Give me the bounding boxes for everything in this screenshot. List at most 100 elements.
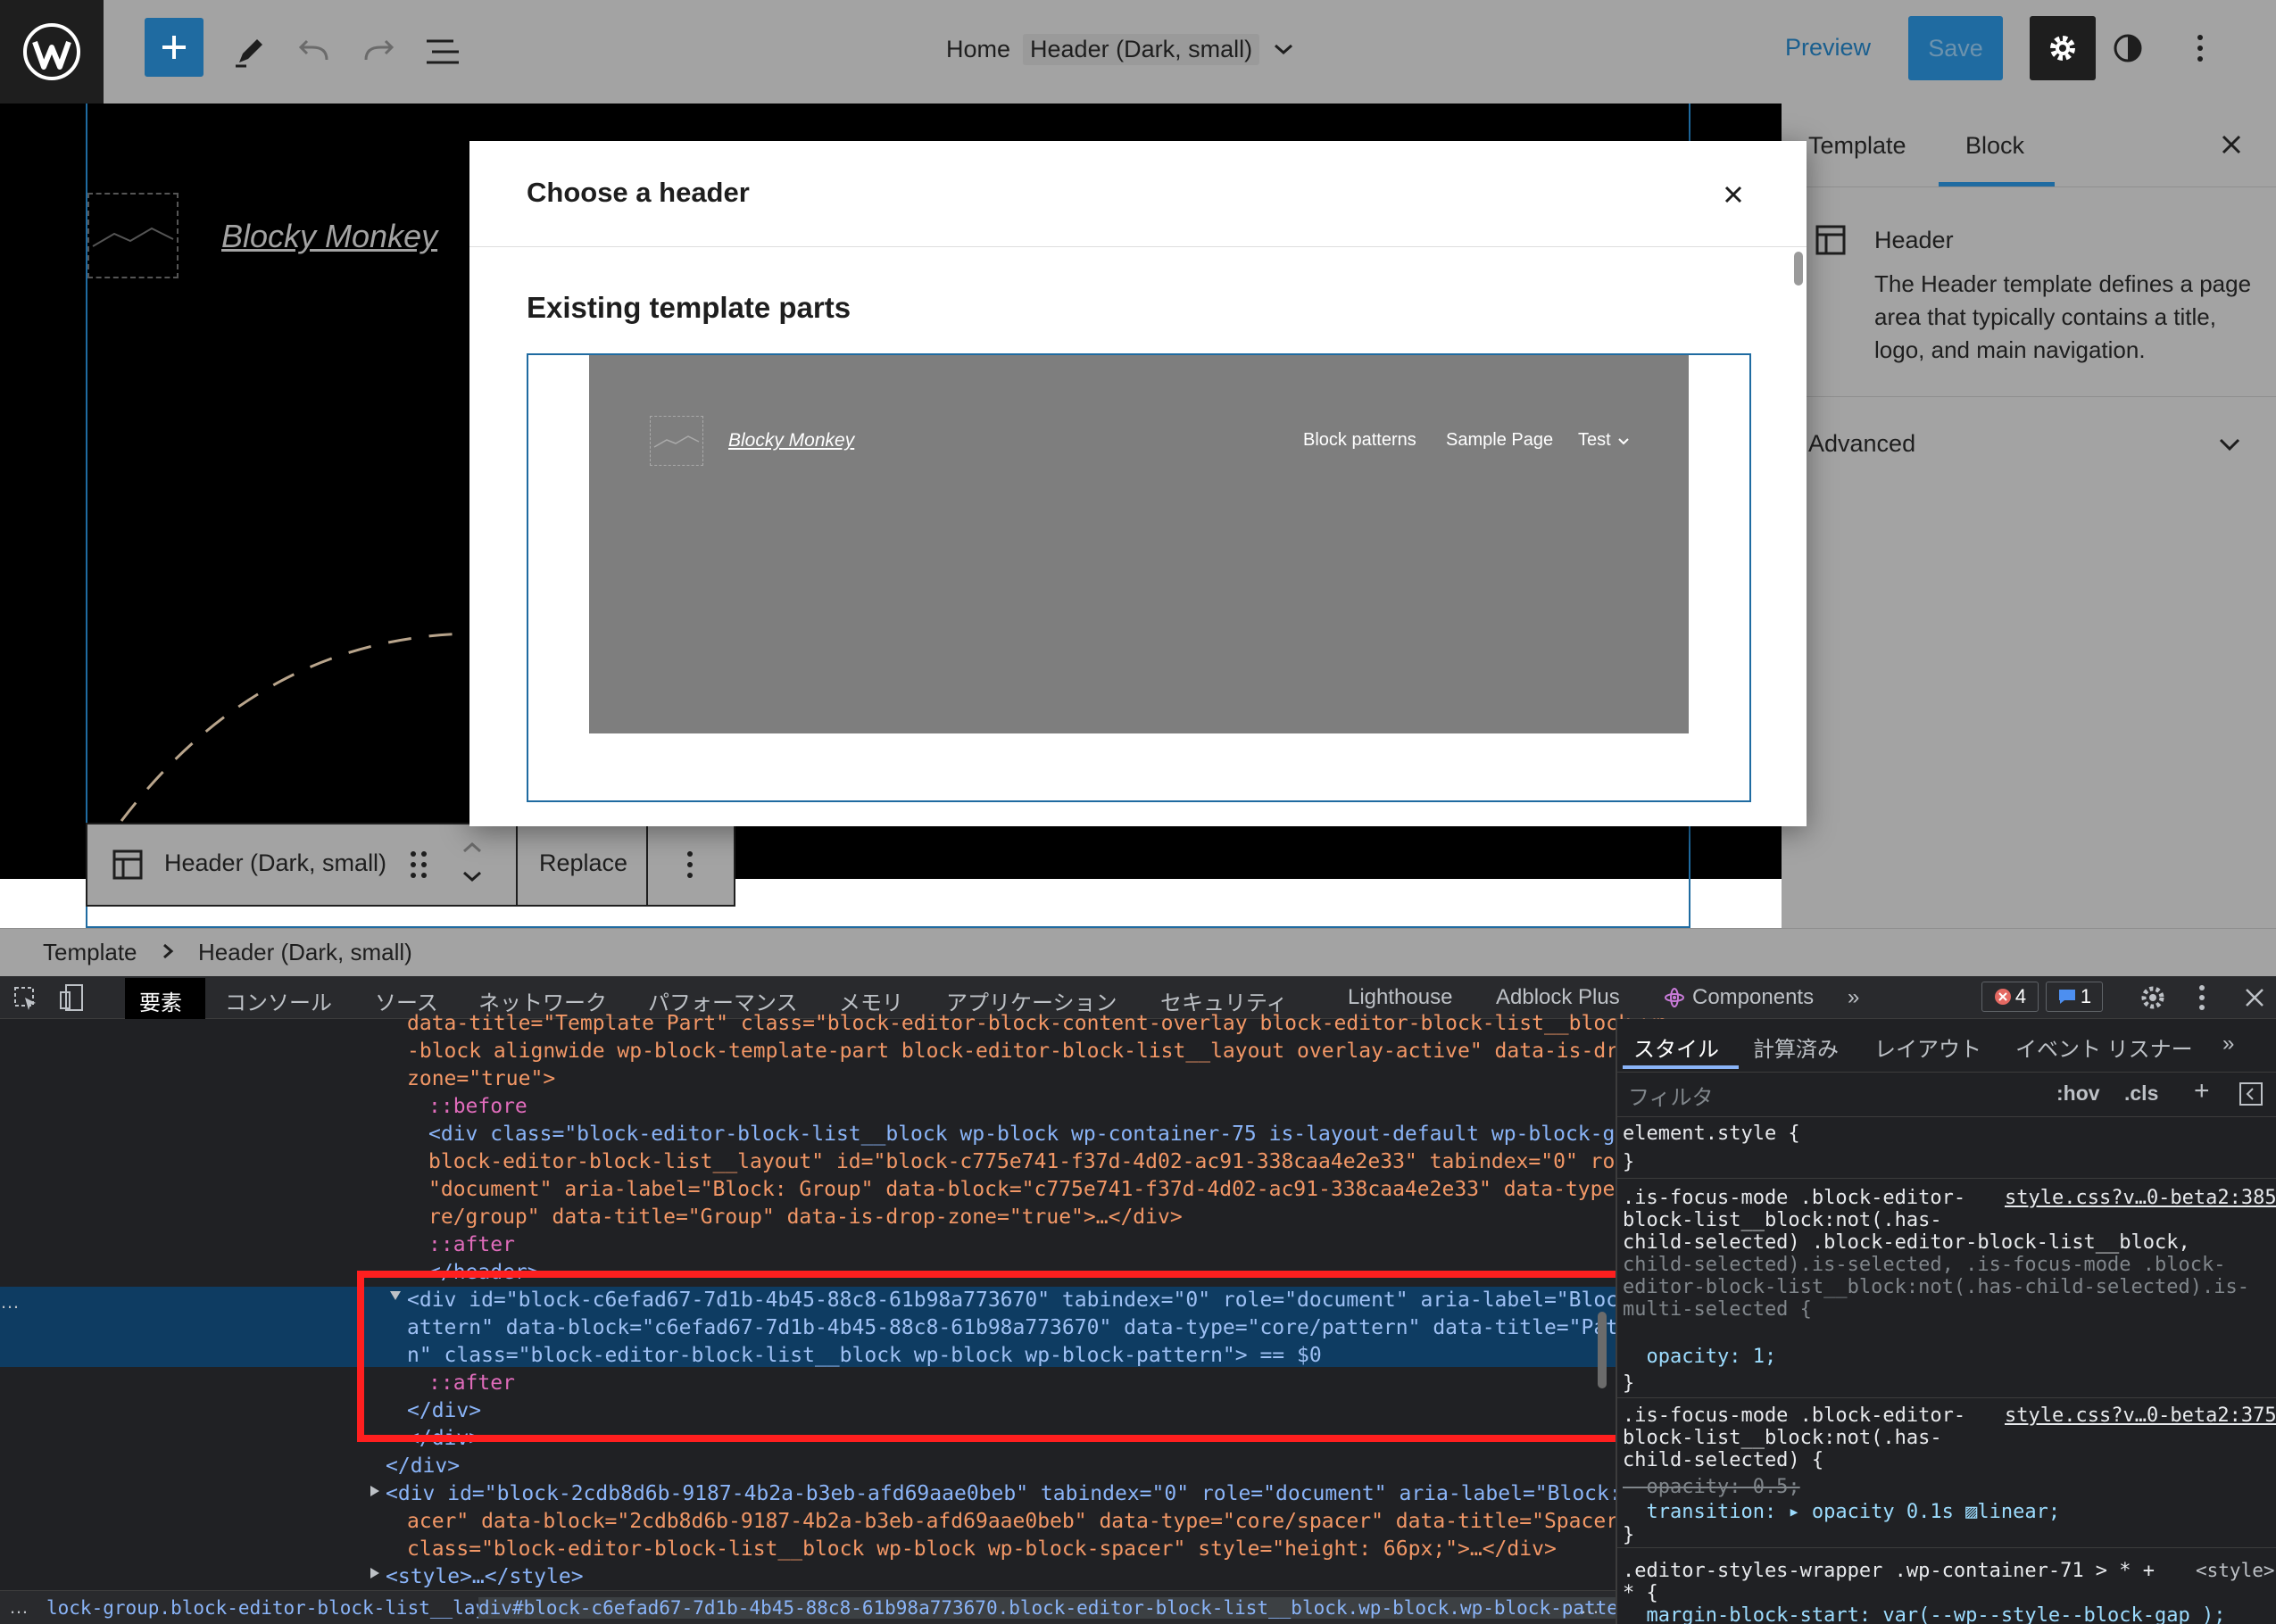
add-block-button[interactable] [145, 18, 204, 77]
active-styles-tab-indicator [1623, 1065, 1739, 1069]
message-count-badge[interactable]: 1 [2046, 982, 2103, 1012]
styles-button[interactable] [2103, 23, 2153, 73]
dom-line[interactable]: -block alignwide wp-block-template-part … [407, 1038, 1656, 1065]
dom-line[interactable]: data-title="Template Part" class="block-… [407, 1010, 1667, 1038]
dom-line[interactable]: </div> [386, 1453, 460, 1480]
add-rule-icon[interactable]: + [2194, 1076, 2210, 1106]
redo-button[interactable] [345, 18, 412, 86]
chevron-down-icon[interactable] [1272, 40, 1295, 58]
list-view-button[interactable] [409, 18, 477, 86]
dom-line[interactable]: class="block-editor-block-list__block wp… [407, 1536, 1557, 1563]
hov-toggle[interactable]: :hov [2056, 1081, 2100, 1106]
tab-computed[interactable]: 計算済み [1753, 1032, 1839, 1063]
dom-line[interactable]: ::after [428, 1231, 515, 1259]
style-line[interactable]: .editor-styles-wrapper .wp-container-71 … [1623, 1560, 2155, 1582]
tab-lighthouse[interactable]: Lighthouse [1348, 985, 1452, 1010]
style-line[interactable]: .is-focus-mode .block-editor- [1623, 1187, 1965, 1209]
move-up-icon[interactable] [461, 839, 484, 857]
template-part-icon[interactable] [112, 849, 143, 880]
breadcrumb-item[interactable]: Header (Dark, small) [198, 939, 412, 966]
dom-crumb-item[interactable]: lock-group.block-editor-block-list__layo… [46, 1597, 520, 1619]
style-line[interactable]: .is-focus-mode .block-editor- [1623, 1404, 1965, 1427]
expand-triangle-icon[interactable] [370, 1567, 380, 1579]
style-source-link[interactable]: style.css?v…0-beta2:375 [2005, 1404, 2276, 1427]
dom-line[interactable]: <style>…</style> [386, 1563, 584, 1591]
more-tabs-icon[interactable]: » [1848, 985, 1859, 1010]
styles-filter-input[interactable]: フィルタ [1628, 1080, 1714, 1111]
tab-styles[interactable]: スタイル [1633, 1032, 1719, 1063]
close-icon[interactable] [2244, 987, 2265, 1008]
gear-icon [2050, 36, 2075, 61]
tab-layout[interactable]: レイアウト [1874, 1032, 1981, 1063]
dom-line[interactable]: <div class="block-editor-block-list__blo… [428, 1121, 1665, 1148]
crumb-more[interactable]: … [9, 1595, 29, 1619]
style-declaration[interactable]: transition: ▸ opacity 0.1s ▨linear; [1623, 1501, 2060, 1523]
preview-button[interactable]: Preview [1785, 34, 1871, 62]
replace-button[interactable]: Replace [539, 849, 627, 877]
dom-line[interactable]: acer" data-block="2cdb8d6b-9187-4b2a-b3e… [407, 1508, 1631, 1536]
dom-line[interactable]: ::before [428, 1093, 527, 1121]
tab-elements[interactable]: 要素 [139, 985, 182, 1016]
dom-crumb-item-active[interactable]: div#block-c6efad67-7d1b-4b45-88c8-61b98a… [478, 1597, 1641, 1619]
dom-scrollbar[interactable] [1598, 1312, 1607, 1388]
style-line[interactable]: child-selected) .block-editor-block-list… [1623, 1231, 2190, 1254]
tab-template[interactable]: Template [1808, 132, 1906, 160]
style-line[interactable]: block-list__block:not(.has- [1623, 1209, 1942, 1231]
dom-line[interactable]: "document" aria-label="Block: Group" dat… [428, 1176, 1665, 1204]
options-button[interactable] [2178, 23, 2222, 73]
style-line[interactable]: multi-selected { [1623, 1298, 1812, 1321]
chevron-down-icon[interactable] [2217, 435, 2242, 453]
drag-handle-icon[interactable] [409, 849, 428, 880]
save-button[interactable]: Save [1908, 16, 2003, 80]
template-part-preview[interactable] [589, 355, 1689, 733]
wordpress-icon [23, 23, 80, 80]
tab-block[interactable]: Block [1965, 132, 2024, 160]
document-title[interactable]: Home Header (Dark, small) [946, 27, 1295, 71]
settings-button[interactable] [2030, 16, 2096, 80]
chevron-right-icon [163, 943, 174, 959]
style-line[interactable]: child-selected) { [1623, 1449, 1823, 1471]
more-vertical-icon[interactable] [685, 849, 694, 880]
react-icon [1665, 988, 1684, 1007]
style-declaration[interactable]: opacity: 1; [1623, 1346, 1776, 1368]
close-modal-button[interactable] [1715, 177, 1751, 212]
more-vertical-icon[interactable] [2197, 983, 2206, 1012]
style-line[interactable]: * { [1623, 1582, 1658, 1604]
error-count-badge[interactable]: 4 [1981, 982, 2039, 1012]
style-source-link[interactable]: <style> [2196, 1560, 2275, 1581]
tab-console[interactable]: コンソール [225, 985, 332, 1016]
tab-components[interactable]: Components [1692, 985, 1814, 1010]
modal-scrollbar[interactable] [1794, 252, 1803, 286]
cls-toggle[interactable]: .cls [2124, 1081, 2158, 1106]
style-line[interactable]: element.style { [1623, 1123, 1800, 1145]
dom-line[interactable]: re/group" data-title="Group" data-is-dro… [428, 1204, 1183, 1231]
toggle-sidebar-icon[interactable] [2239, 1081, 2264, 1106]
tab-adblock-plus[interactable]: Adblock Plus [1496, 985, 1620, 1010]
modal-title: Choose a header [527, 177, 750, 208]
device-toolbar-icon[interactable] [59, 983, 86, 1012]
advanced-panel-toggle[interactable]: Advanced [1808, 430, 1915, 458]
more-styles-tabs-icon[interactable]: » [2222, 1032, 2234, 1056]
wordpress-logo-button[interactable] [0, 0, 104, 104]
tab-event-listeners[interactable]: イベント リスナー [2015, 1032, 2193, 1063]
style-line[interactable]: editor-block-list__block:not(.has-child-… [1623, 1276, 2249, 1298]
dom-line[interactable]: block-editor-block-list__layout" id="blo… [428, 1148, 1652, 1176]
gear-icon[interactable] [2139, 983, 2167, 1012]
style-line[interactable]: child-selected).is-selected, .is-focus-m… [1623, 1254, 2226, 1276]
style-source-link[interactable]: style.css?v…0-beta2:385 [2005, 1187, 2276, 1209]
inspect-element-icon[interactable] [12, 985, 39, 1012]
dom-line[interactable]: <div id="block-2cdb8d6b-9187-4b2a-b3eb-a… [386, 1480, 1658, 1508]
breadcrumb-item[interactable]: Template [43, 939, 137, 966]
undo-button[interactable] [280, 18, 348, 86]
dom-line[interactable]: zone="true"> [407, 1065, 555, 1093]
style-declaration[interactable]: margin-block-start: var(--wp--style--blo… [1623, 1604, 2225, 1624]
close-sidebar-button[interactable] [2214, 127, 2249, 162]
style-declaration-overridden[interactable]: opacity: 0.5; [1623, 1476, 1799, 1498]
node-ellipsis[interactable]: … [0, 1290, 20, 1313]
style-line[interactable]: block-list__block:not(.has- [1623, 1427, 1942, 1449]
preview-nav-item: Sample Page [1446, 430, 1554, 450]
move-down-icon[interactable] [461, 867, 484, 885]
crumb-more[interactable]: … [1580, 1595, 1599, 1619]
edit-tool-button[interactable] [216, 18, 284, 86]
expand-triangle-icon[interactable] [370, 1485, 380, 1497]
